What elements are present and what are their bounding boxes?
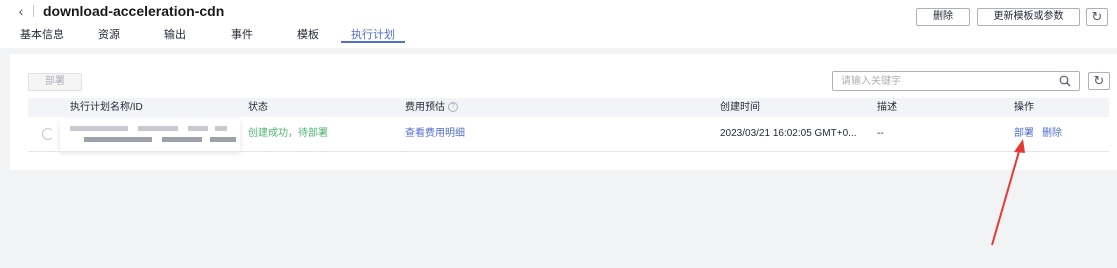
redaction-bar xyxy=(70,126,128,131)
refresh-icon: ↻ xyxy=(1093,73,1105,88)
column-header-description: 描述 xyxy=(877,102,897,113)
tab-events[interactable]: 事件 xyxy=(231,26,253,48)
active-tab-indicator xyxy=(341,41,405,43)
row-divider xyxy=(28,151,1109,152)
column-header-name: 执行计划名称/ID xyxy=(70,102,143,113)
tab-bar: 基本信息 资源 输出 事件 模板 执行计划 xyxy=(0,26,600,48)
redaction-bar xyxy=(138,126,178,131)
help-icon[interactable]: ? xyxy=(448,102,458,113)
column-header-status: 状态 xyxy=(248,102,268,113)
tab-template[interactable]: 模板 xyxy=(297,26,319,48)
deploy-button-disabled: 部署 xyxy=(28,73,82,91)
header-refresh-button[interactable]: ↻ xyxy=(1086,8,1108,26)
search-icon[interactable] xyxy=(1059,75,1071,87)
redaction-bar xyxy=(215,126,227,131)
tab-execution-plans[interactable]: 执行计划 xyxy=(351,26,395,48)
page-header: ‹ download-acceleration-cdn 基本信息 资源 输出 事… xyxy=(0,0,1117,48)
row-radio[interactable] xyxy=(42,128,54,140)
redaction-bar xyxy=(188,126,208,131)
table-header xyxy=(28,98,1109,117)
column-header-actions: 操作 xyxy=(1014,102,1034,113)
tab-resources[interactable]: 资源 xyxy=(98,26,120,48)
redaction-bar xyxy=(84,137,152,142)
created-time: 2023/03/21 16:02:05 GMT+0... xyxy=(720,128,857,139)
tab-outputs[interactable]: 输出 xyxy=(164,26,186,48)
redacted-plan-name xyxy=(60,119,240,151)
view-cost-details-link[interactable]: 查看费用明细 xyxy=(405,127,465,141)
redaction-bar xyxy=(210,137,236,142)
refresh-icon: ↻ xyxy=(1091,9,1103,24)
row-deploy-link[interactable]: 部署 xyxy=(1014,127,1034,141)
delete-stack-button[interactable]: 删除 xyxy=(916,8,970,26)
column-header-created: 创建时间 xyxy=(720,102,760,113)
column-header-cost-label: 费用预估 xyxy=(405,102,445,113)
status-text: 创建成功，待部署 xyxy=(248,128,328,139)
search-input[interactable] xyxy=(833,72,1053,90)
column-header-cost: 费用预估? xyxy=(405,98,458,117)
description-text: -- xyxy=(877,128,884,139)
row-delete-link[interactable]: 删除 xyxy=(1042,127,1062,141)
table-refresh-button[interactable]: ↻ xyxy=(1088,72,1110,90)
redaction-bar xyxy=(162,137,202,142)
tab-basic-info[interactable]: 基本信息 xyxy=(20,26,64,48)
title-divider xyxy=(33,5,34,17)
chevron-left-icon[interactable]: ‹ xyxy=(14,2,28,20)
update-template-button[interactable]: 更新模板或参数 xyxy=(977,8,1080,26)
search-field[interactable] xyxy=(832,71,1080,91)
page-title: download-acceleration-cdn xyxy=(43,3,225,19)
